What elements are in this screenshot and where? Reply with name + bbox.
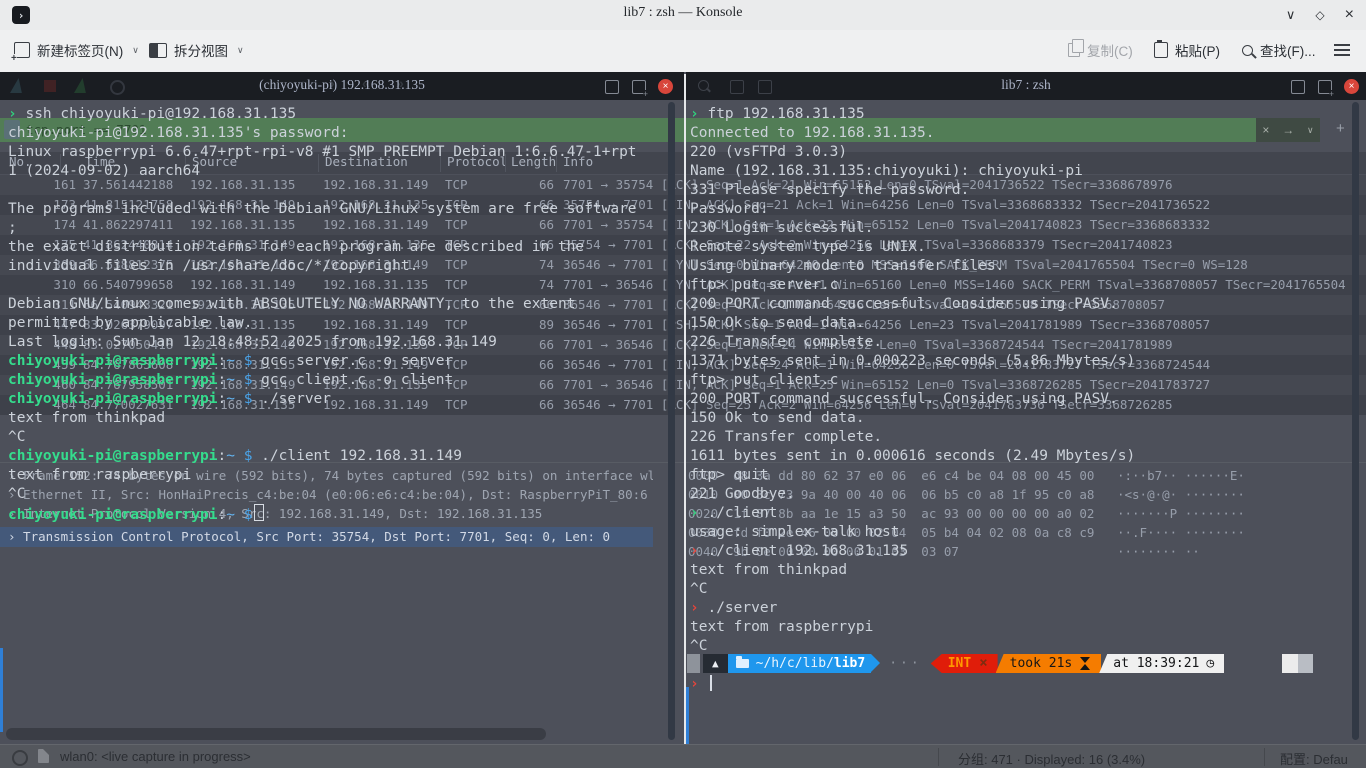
terminal-line: 1611 bytes sent in 0.000616 seconds (2.4… [690,447,1135,466]
terminal-line: ^C [8,428,25,447]
terminal-line: Name (192.168.31.135:chiyoyuki): chiyoyu… [690,162,1083,181]
prompt-path-segment: ~/h/c/lib/lib7 [728,654,872,673]
content-area: tcp.port == 7701 × → ∨ + No.TimeSourceDe… [0,72,1366,768]
window-titlebar[interactable]: › lib7 : zsh — Konsole ∨ ◇ × [0,0,1366,30]
prompt-time-segment: at 18:39:21 ◷ [1099,654,1224,673]
maximize-button[interactable]: ◇ [1315,8,1324,22]
terminal-line: › ftp 192.168.31.135 [690,105,865,124]
main-toolbar: 新建标签页(N) ∨ 拆分视图 ∨ 复制(C) 粘贴(P) 查找(F)... [0,30,1366,73]
minimize-button[interactable]: ∨ [1286,7,1296,23]
clock-icon: ◷ [1206,654,1214,673]
terminal-line: chiyoyuki-pi@raspberrypi:~ $ gcc client.… [8,371,453,390]
find-button[interactable]: 查找(F)... [1236,36,1322,64]
paste-icon [1154,42,1168,58]
terminal-line: ^C [690,580,707,599]
prompt-status-segment: INT × [931,654,998,673]
terminal-line: 226 Transfer complete. [690,333,882,352]
expand-pane-icon[interactable] [605,80,619,94]
cursor-beam [710,675,712,691]
right-pane-scrollbar[interactable] [1352,102,1359,740]
copy-button[interactable]: 复制(C) [1062,36,1139,64]
terminal-line: 331 Please specify the password. [690,181,969,200]
terminal-line: text from thinkpad [690,561,847,580]
detach-pane-icon[interactable] [632,80,646,94]
terminal-line: usage: simplex-talk host [690,523,900,542]
terminal-line: text from thinkpad [8,409,165,428]
os-logo-icon: ▲ [703,654,728,673]
terminal-line: 226 Transfer complete. [690,428,882,447]
terminal-line: › ssh chiyoyuki-pi@192.168.31.135 [8,105,296,124]
paste-button[interactable]: 粘贴(P) [1148,36,1226,64]
hamburger-icon [1334,44,1350,56]
hamburger-menu-button[interactable] [1328,36,1356,64]
terminal-line: chiyoyuki-pi@192.168.31.135's password: [8,124,348,143]
konsole-window: › lib7 : zsh — Konsole ∨ ◇ × 新建标签页(N) ∨ … [0,0,1366,768]
terminal-line: ftp> put client.c [690,371,838,390]
terminal-line: permitted by applicable law. [8,314,252,333]
detach-pane-icon[interactable] [1318,80,1332,94]
folder-icon [736,659,749,668]
error-x-icon: × [979,654,987,673]
terminal-line: › [690,675,712,694]
pane-right-header[interactable]: lib7 : zsh × [686,72,1366,100]
search-icon [1242,45,1253,56]
terminal-line: ^C [8,485,25,504]
split-view-button[interactable]: 拆分视图 ∨ [143,36,250,64]
pane-left-title: (chiyoyuki-pi) 192.168.31.135 [0,77,684,93]
pane-right[interactable]: lib7 : zsh × › ftp 192.168.31.135Connect… [686,72,1366,768]
prompt-duration-segment: took 21s [996,654,1102,673]
terminal-line: Using binary mode to transfer files. [690,257,1004,276]
terminal-line: Last login: Sun Jan 12 18:48:52 2025 fro… [8,333,497,352]
terminal-line: The programs included with the Debian GN… [8,200,637,219]
terminal-line: Password: [690,200,769,219]
hourglass-icon [1080,657,1090,670]
chevron-down-icon: ∨ [237,45,244,56]
powerline-dots: ··· [880,654,930,673]
terminal-line: chiyoyuki-pi@raspberrypi:~ $ [8,504,264,523]
terminal-line: Remote system type is UNIX. [690,238,926,257]
new-tab-icon [14,42,30,58]
terminal-line: 1371 bytes sent in 0.000223 seconds (5.8… [690,352,1135,371]
terminal-line: 150 Ok to send data. [690,409,865,428]
cursor-hollow [254,504,264,521]
terminal-line: ftp> put server.c [690,276,838,295]
powerline-arrow-icon [871,654,880,672]
terminal-line: 200 PORT command successful. Consider us… [690,390,1118,409]
new-tab-button[interactable]: 新建标签页(N) ∨ [8,36,145,64]
terminal-line: the exact distribution terms for each pr… [8,238,584,257]
terminal-line: chiyoyuki-pi@raspberrypi:~ $ ./server [8,390,331,409]
pane-left-header[interactable]: ‹ › « » (chiyoyuki-pi) 192.168.31.135 × [0,72,684,100]
terminal-line: text from raspberrypi [690,618,873,637]
chevron-down-icon: ∨ [132,45,139,56]
terminal-line: chiyoyuki-pi@raspberrypi:~ $ gcc server.… [8,352,453,371]
terminal-line: chiyoyuki-pi@raspberrypi:~ $ ./client 19… [8,447,462,466]
terminal-line: 200 PORT command successful. Consider us… [690,295,1118,314]
window-title: lib7 : zsh — Konsole [0,5,1366,21]
terminal-line: ftp> quit [690,466,769,485]
terminal-line: 150 Ok to send data. [690,314,865,333]
close-pane-button[interactable]: × [1344,79,1359,94]
terminal-line: 221 Goodbye. [690,485,795,504]
terminal-line: Debian GNU/Linux comes with ABSOLUTELY N… [8,295,575,314]
split-view-icon [149,43,167,58]
close-pane-button[interactable]: × [658,79,673,94]
terminal-line: › ./server [690,599,777,618]
terminal-line: 230 Login successful. [690,219,873,238]
left-pane-scrollbar[interactable] [668,102,675,740]
copy-icon [1068,43,1080,57]
terminal-line: › ./client [690,504,777,523]
terminal-line: Linux raspberrypi 6.6.47+rpt-rpi-v8 #1 S… [8,143,637,162]
terminal-line: text from raspberrypi [8,466,191,485]
terminal-line: 1 (2024-09-02) aarch64 [8,162,200,181]
terminal-line: › ./client 192.168.31.135 [690,542,908,561]
close-button[interactable]: × [1345,6,1354,24]
prompt-powerline: ▲ ~/h/c/lib/lib7 ··· INT × took 21s at 1… [703,654,1224,673]
terminal-line: 220 (vsFTPd 3.0.3) [690,143,847,162]
expand-pane-icon[interactable] [1291,80,1305,94]
pane-right-title: lib7 : zsh [686,77,1366,93]
terminal-line: ; [8,219,17,238]
terminal-line: Connected to 192.168.31.135. [690,124,934,143]
pane-left[interactable]: ‹ › « » (chiyoyuki-pi) 192.168.31.135 × … [0,72,684,768]
terminal-line: individual files in /usr/share/doc/*/cop… [8,257,418,276]
